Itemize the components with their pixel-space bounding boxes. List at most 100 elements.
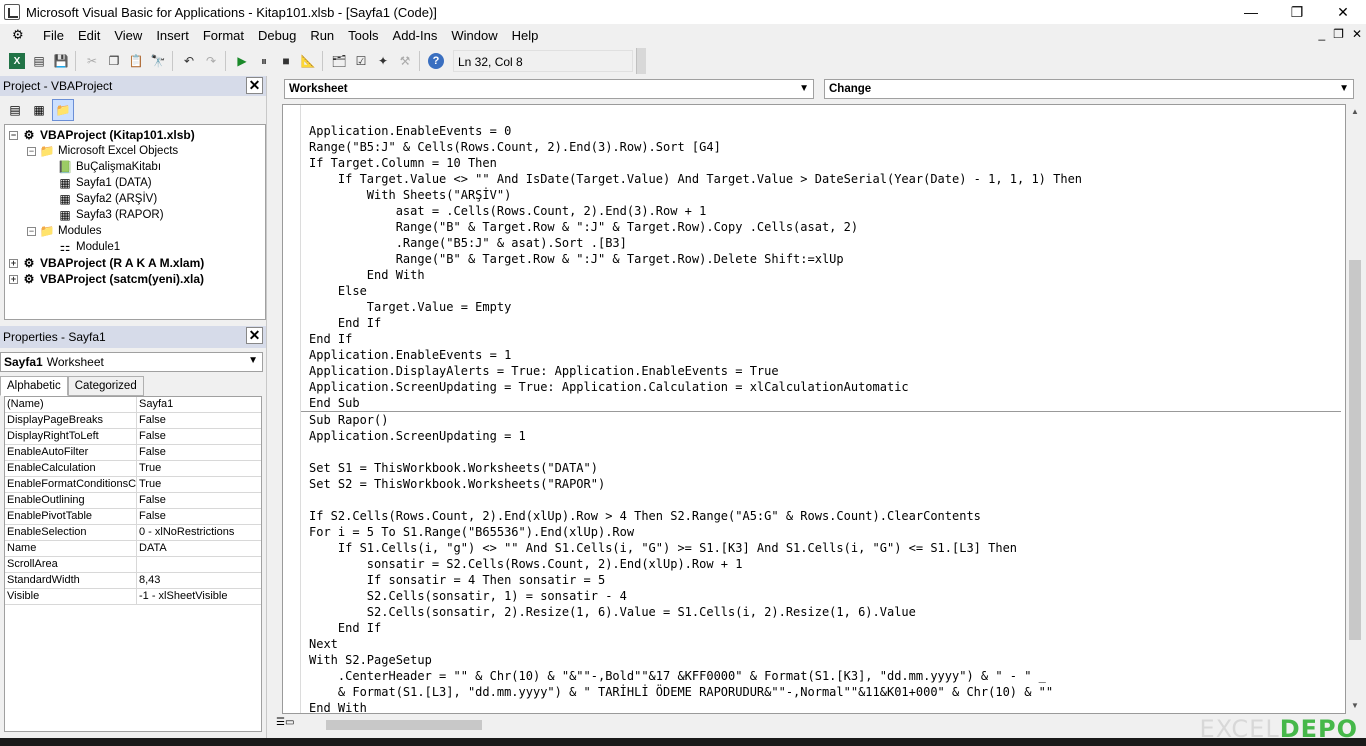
minimize-button[interactable]: — <box>1228 0 1274 24</box>
code-line[interactable]: Range("B5:J" & Cells(Rows.Count, 2).End(… <box>309 139 1341 155</box>
toolbar-grip-handle[interactable] <box>636 48 646 74</box>
property-row[interactable]: DisplayRightToLeft False <box>5 429 261 445</box>
code-line[interactable]: asat = .Cells(Rows.Count, 2).End(3).Row … <box>309 203 1341 219</box>
code-margin-indicator-bar[interactable] <box>283 105 301 713</box>
code-line[interactable]: Application.ScreenUpdating = 1 <box>309 428 1341 444</box>
reset-icon[interactable]: ■ <box>275 50 297 72</box>
code-restore-button[interactable]: ❐ <box>1333 27 1344 41</box>
property-row[interactable]: Visible -1 - xlSheetVisible <box>5 589 261 605</box>
code-close-button[interactable]: ✕ <box>1352 27 1362 41</box>
chevron-down-icon[interactable]: ▼ <box>248 355 258 366</box>
scroll-thumb[interactable] <box>1349 260 1361 640</box>
code-editor[interactable]: Application.EnableEvents = 0 Range("B5:J"… <box>282 104 1346 714</box>
procedure-dropdown[interactable]: Change ▼ <box>824 79 1354 99</box>
object-browser-icon[interactable]: ✦ <box>372 50 394 72</box>
menu-file[interactable]: File <box>36 28 71 43</box>
code-line[interactable]: Application.EnableEvents = 1 <box>309 347 1341 363</box>
tab-categorized[interactable]: Categorized <box>67 376 144 396</box>
menu-tools[interactable]: Tools <box>341 28 385 43</box>
property-row[interactable]: (Name) Sayfa1 <box>5 397 261 413</box>
code-line[interactable]: End If <box>309 331 1341 347</box>
tree-item[interactable]: ▦ Sayfa1 (DATA) <box>5 175 265 191</box>
property-value[interactable]: False <box>137 413 261 428</box>
tree-item[interactable]: − 📁 Modules <box>5 223 265 239</box>
menu-help[interactable]: Help <box>505 28 546 43</box>
property-value[interactable]: False <box>137 429 261 444</box>
code-line[interactable]: End If <box>309 315 1341 331</box>
chevron-down-icon[interactable]: ▼ <box>799 80 809 98</box>
code-line[interactable]: S2.Cells(sonsatir, 2).Resize(1, 6).Value… <box>309 604 1341 620</box>
code-line[interactable]: End Sub <box>309 395 1341 411</box>
project-explorer-icon[interactable]: 🗂 <box>328 50 350 72</box>
property-value[interactable]: False <box>137 509 261 524</box>
menu-add-ins[interactable]: Add-Ins <box>386 28 445 43</box>
pane-splitter[interactable] <box>266 76 274 746</box>
code-line[interactable]: S2.Cells(sonsatir, 1) = sonsatir - 4 <box>309 588 1341 604</box>
tree-item[interactable]: − ⚙ VBAProject (Kitap101.xlsb) <box>5 127 265 143</box>
maximize-button[interactable]: ❐ <box>1274 0 1320 24</box>
code-line[interactable]: .CenterHeader = "" & Chr(10) & "&""-,Bol… <box>309 668 1341 684</box>
expand-icon[interactable]: + <box>9 274 18 284</box>
cut-icon[interactable]: ✂ <box>81 50 103 72</box>
properties-window-icon[interactable]: ☑ <box>350 50 372 72</box>
code-line[interactable]: Range("B" & Target.Row & ":J" & Target.R… <box>309 251 1341 267</box>
property-row[interactable]: DisplayPageBreaks False <box>5 413 261 429</box>
menu-insert[interactable]: Insert <box>149 28 196 43</box>
property-value[interactable]: True <box>137 461 261 476</box>
property-value[interactable]: DATA <box>137 541 261 556</box>
property-row[interactable]: Name DATA <box>5 541 261 557</box>
design-mode-icon[interactable]: 📐 <box>297 50 319 72</box>
find-icon[interactable]: 🔭 <box>147 50 169 72</box>
property-row[interactable]: EnableFormatConditionsCa True <box>5 477 261 493</box>
view-mode-icon[interactable]: ☰▭ <box>276 717 302 733</box>
code-line[interactable]: Range("B" & Target.Row & ":J" & Target.R… <box>309 219 1341 235</box>
tree-item[interactable]: + ⚙ VBAProject (satcm(yeni).xla) <box>5 271 265 287</box>
tree-item[interactable]: ⚏ Module1 <box>5 239 265 255</box>
code-line[interactable]: End With <box>309 267 1341 283</box>
code-line[interactable]: sonsatir = S2.Cells(Rows.Count, 2).End(x… <box>309 556 1341 572</box>
collapse-icon[interactable]: − <box>9 130 18 140</box>
tree-item[interactable]: ▦ Sayfa2 (ARŞİV) <box>5 191 265 207</box>
code-line[interactable]: End With <box>309 700 1341 713</box>
code-line[interactable]: For i = 5 To S1.Range("B65536").End(xlUp… <box>309 524 1341 540</box>
code-line[interactable] <box>309 492 1341 508</box>
scroll-up-icon[interactable]: ▲ <box>1346 104 1364 120</box>
tree-item[interactable]: 📗 BuÇalişmaKitabı <box>5 159 265 175</box>
view-object-icon[interactable]: ▦ <box>28 99 50 121</box>
vba-project-icon[interactable]: ⚙ <box>12 27 28 43</box>
toolbox-icon[interactable]: ⚒ <box>394 50 416 72</box>
code-line[interactable]: Set S2 = ThisWorkbook.Worksheets("RAPOR"… <box>309 476 1341 492</box>
copy-icon[interactable]: ❐ <box>103 50 125 72</box>
code-minimize-button[interactable]: _ <box>1318 27 1325 41</box>
code-line[interactable]: With S2.PageSetup <box>309 652 1341 668</box>
expand-icon[interactable]: + <box>9 258 18 268</box>
collapse-icon[interactable]: − <box>27 146 36 156</box>
property-value[interactable]: False <box>137 493 261 508</box>
code-line[interactable]: If sonsatir = 4 Then sonsatir = 5 <box>309 572 1341 588</box>
code-line[interactable]: End If <box>309 620 1341 636</box>
property-row[interactable]: StandardWidth 8,43 <box>5 573 261 589</box>
tree-item[interactable]: − 📁 Microsoft Excel Objects <box>5 143 265 159</box>
property-value[interactable]: 8,43 <box>137 573 261 588</box>
property-value[interactable]: -1 - xlSheetVisible <box>137 589 261 604</box>
run-icon[interactable]: ▶ <box>231 50 253 72</box>
code-vertical-scrollbar[interactable]: ▲ ▼ <box>1346 104 1364 714</box>
code-line[interactable]: Application.DisplayAlerts = True: Applic… <box>309 363 1341 379</box>
tree-item[interactable]: + ⚙ VBAProject (R A K A M.xlam) <box>5 255 265 271</box>
view-code-icon[interactable]: ▤ <box>4 99 26 121</box>
properties-object-select[interactable]: Sayfa1 Worksheet ▼ <box>0 352 263 372</box>
save-icon[interactable]: 💾 <box>50 50 72 72</box>
code-line[interactable]: Target.Value = Empty <box>309 299 1341 315</box>
properties-close-icon[interactable]: ✕ <box>246 327 263 344</box>
code-horizontal-scrollbar[interactable] <box>304 717 1344 733</box>
code-line[interactable]: Set S1 = ThisWorkbook.Worksheets("DATA") <box>309 460 1341 476</box>
property-row[interactable]: ScrollArea <box>5 557 261 573</box>
code-line[interactable]: If Target.Column = 10 Then <box>309 155 1341 171</box>
chevron-down-icon[interactable]: ▼ <box>1339 80 1349 98</box>
menu-debug[interactable]: Debug <box>251 28 303 43</box>
close-button[interactable]: ✕ <box>1320 0 1366 24</box>
hscroll-thumb[interactable] <box>326 720 482 730</box>
code-line[interactable]: If S2.Cells(Rows.Count, 2).End(xlUp).Row… <box>309 508 1341 524</box>
code-line[interactable]: .Range("B5:J" & asat).Sort .[B3] <box>309 235 1341 251</box>
paste-icon[interactable]: 📋 <box>125 50 147 72</box>
